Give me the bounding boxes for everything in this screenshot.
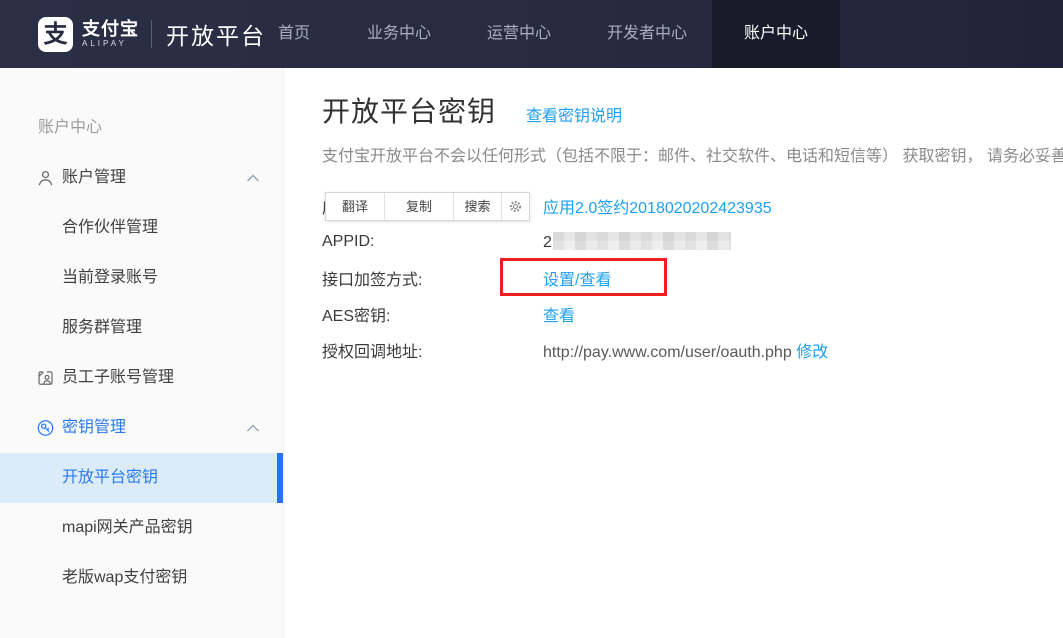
sidebar-item-legacy-wap-pay-keys[interactable]: 老版wap支付密钥 — [0, 553, 283, 603]
sidebar-item-label: 密钥管理 — [62, 419, 126, 436]
nav-item-business-center[interactable]: 业务中心 — [367, 0, 431, 68]
sidebar-item-label: 开放平台密钥 — [62, 469, 158, 486]
appid-value: 2 — [543, 232, 731, 252]
copy-button[interactable]: 复制 — [384, 193, 453, 220]
app-name-link[interactable]: 应用2.0签约2018020202423935 — [543, 200, 772, 217]
key-circle-icon — [36, 419, 55, 438]
gear-button[interactable] — [501, 193, 529, 220]
sidebar-item-label: mapi网关产品密钥 — [62, 519, 193, 536]
sidebar-item-open-platform-keys[interactable]: 开放平台密钥 — [0, 453, 283, 503]
sidebar-item-service-group-management[interactable]: 服务群管理 — [0, 303, 283, 353]
sidebar-item-mapi-gateway-keys[interactable]: mapi网关产品密钥 — [0, 503, 283, 553]
chevron-up-icon[interactable] — [246, 174, 260, 183]
staff-badge-icon — [36, 369, 55, 388]
brand-text: 支付宝 ALIPAY — [82, 20, 139, 49]
sidebar-item-partner-management[interactable]: 合作伙伴管理 — [0, 203, 283, 253]
modify-callback-link[interactable]: 修改 — [796, 344, 828, 361]
view-aes-link[interactable]: 查看 — [543, 308, 575, 325]
sidebar-item-staff-subaccount-management[interactable]: 员工子账号管理 — [0, 353, 283, 403]
callback-url-label: 授权回调地址: — [322, 338, 543, 362]
gear-icon — [508, 199, 523, 214]
sidebar-item-label: 当前登录账号 — [62, 269, 158, 286]
top-navbar: 支 支付宝 ALIPAY 开放平台 首页 业务中心 运营中心 开发者中心 账户中… — [0, 0, 1063, 68]
sidebar-item-label: 服务群管理 — [62, 319, 142, 336]
main-content: 开放平台密钥 查看密钥说明 支付宝开放平台不会以任何形式（包括不限于：邮件、社交… — [284, 68, 1063, 638]
page-title: 开放平台密钥 — [322, 90, 496, 130]
nav-item-operation-center[interactable]: 运营中心 — [487, 0, 551, 68]
sidebar-item-label: 账户管理 — [62, 169, 126, 186]
chevron-up-icon[interactable] — [246, 424, 260, 433]
callback-url-row: 授权回调地址: http://pay.www.com/user/oauth.ph… — [322, 339, 1063, 361]
nav-item-home[interactable]: 首页 — [278, 0, 310, 68]
brand-name: 支付宝 — [82, 20, 139, 39]
brand-name-en: ALIPAY — [82, 39, 139, 49]
sidebar-item-key-management[interactable]: 密钥管理 — [0, 403, 283, 453]
brand: 支 支付宝 ALIPAY 开放平台 — [38, 0, 266, 68]
appid-label: APPID: — [322, 233, 543, 251]
set-view-sign-link[interactable]: 设置/查看 — [543, 272, 611, 289]
sidebar: 账户中心 账户管理 合作伙伴管理 当前登录账号 服务群管理 员工子账号管理 — [0, 68, 284, 638]
aes-key-label: AES密钥: — [322, 302, 543, 326]
context-menu-popup: 翻译 复制 搜索 — [325, 192, 530, 221]
appid-row: APPID: 2 — [322, 231, 1063, 253]
nav-item-account-center[interactable]: 账户中心 — [712, 0, 840, 68]
nav-item-developer-center[interactable]: 开发者中心 — [607, 0, 687, 68]
sign-method-row: 接口加签方式: 设置/查看 — [322, 267, 1063, 289]
security-notice-text: 支付宝开放平台不会以任何形式（包括不限于：邮件、社交软件、电话和短信等） 获取密… — [322, 142, 1063, 166]
sidebar-item-current-login-account[interactable]: 当前登录账号 — [0, 253, 283, 303]
sidebar-item-label: 员工子账号管理 — [62, 369, 174, 386]
user-icon — [36, 169, 55, 188]
sidebar-item-label: 老版wap支付密钥 — [62, 569, 187, 586]
search-button[interactable]: 搜索 — [453, 193, 501, 220]
sidebar-item-account-management[interactable]: 账户管理 — [0, 153, 283, 203]
alipay-logo-icon: 支 — [38, 17, 73, 52]
aes-key-row: AES密钥: 查看 — [322, 303, 1063, 325]
censored-mosaic — [553, 232, 731, 250]
product-name: 开放平台 — [166, 17, 266, 51]
translate-button[interactable]: 翻译 — [326, 193, 384, 220]
active-item-indicator-bar — [277, 453, 283, 503]
sidebar-section-title: 账户中心 — [0, 103, 283, 153]
callback-url-value: http://pay.www.com/user/oauth.php — [543, 344, 792, 361]
view-key-instructions-link[interactable]: 查看密钥说明 — [526, 102, 622, 126]
sidebar-item-label: 合作伙伴管理 — [62, 219, 158, 236]
brand-divider — [151, 20, 152, 48]
